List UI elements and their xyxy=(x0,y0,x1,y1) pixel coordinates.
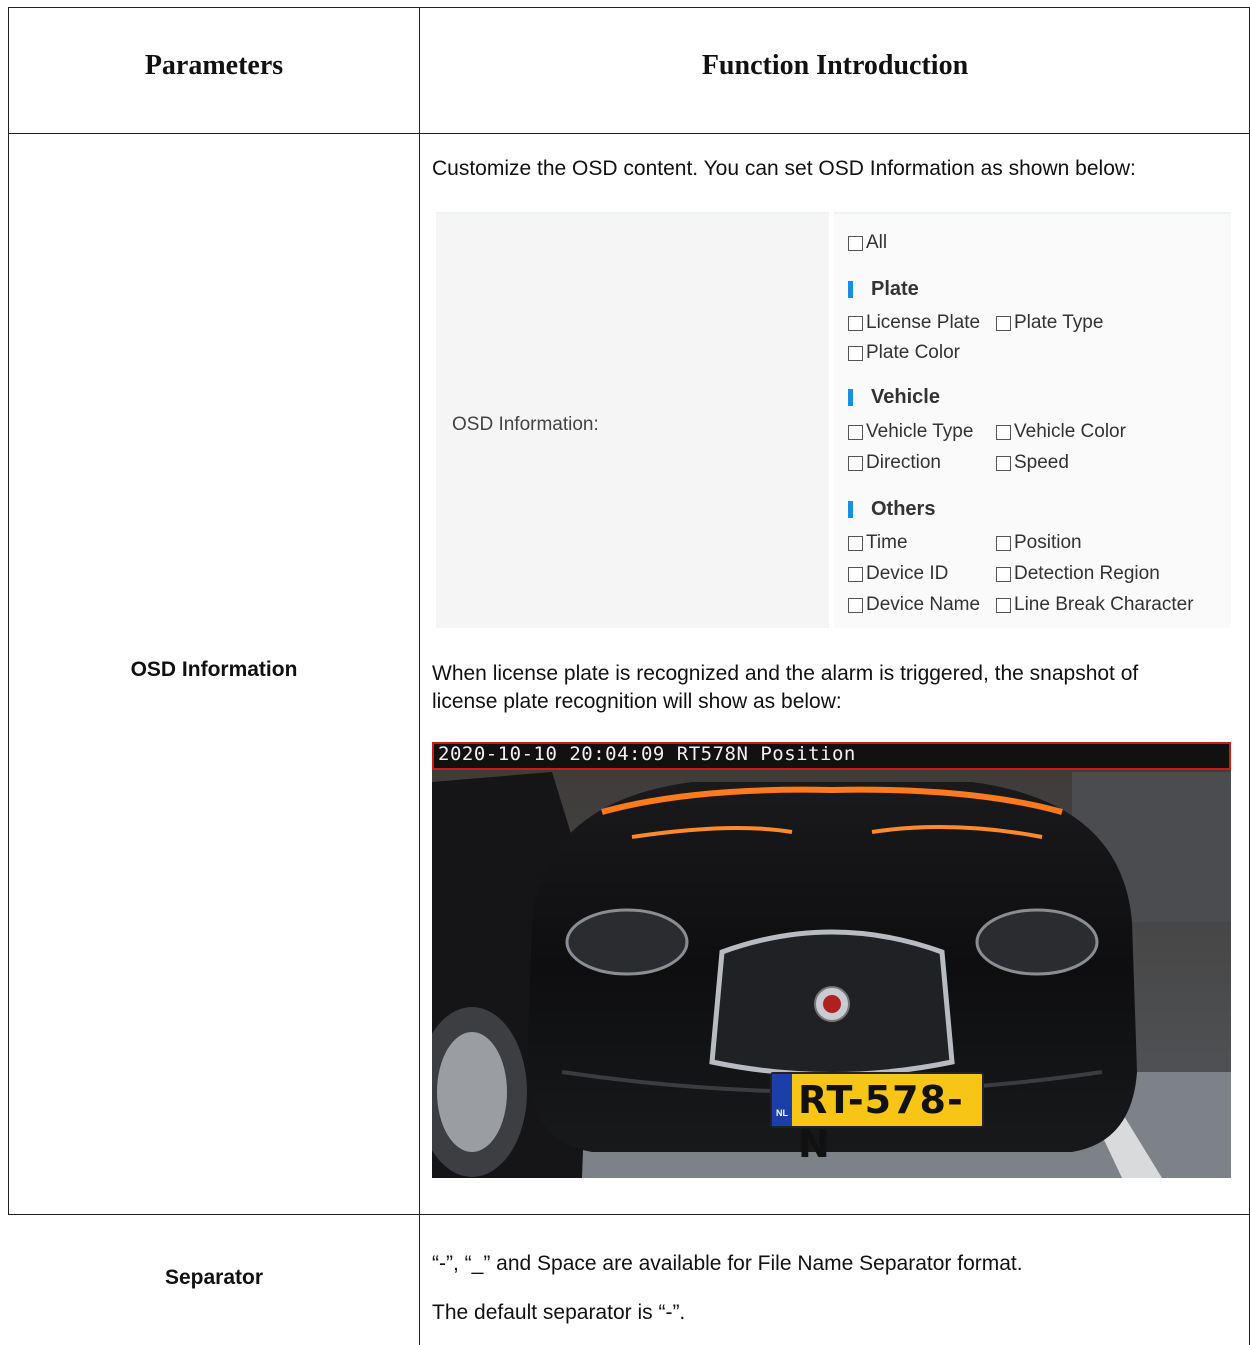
osd-settings-panel: OSD Information: All Plate License Plate… xyxy=(436,208,1231,628)
snapshot-osd-overlay: 2020-10-10 20:04:09 RT578N Position xyxy=(432,742,1231,770)
plate-country-code: NL xyxy=(776,1108,788,1118)
header-bottom-border xyxy=(8,133,1250,134)
checkbox-position[interactable]: Position xyxy=(996,532,1082,554)
checkbox-line-break-character[interactable]: Line Break Character xyxy=(996,594,1194,616)
checkbox-device-name[interactable]: Device Name xyxy=(848,594,980,616)
eu-flag-icon: NL xyxy=(772,1074,792,1126)
checkbox-vehicle-type[interactable]: Vehicle Type xyxy=(848,421,973,443)
osd-label-cell: OSD Information: xyxy=(436,212,829,628)
checkbox-box[interactable] xyxy=(848,455,863,471)
checkbox-vehicle-color[interactable]: Vehicle Color xyxy=(996,421,1126,443)
table-left-border xyxy=(8,7,9,1214)
osd-options-cell: All Plate License Plate Plate Type Plate… xyxy=(834,212,1231,628)
checkbox-box[interactable] xyxy=(848,566,863,582)
checkbox-box[interactable] xyxy=(848,345,863,361)
checkbox-box[interactable] xyxy=(848,597,863,613)
snapshot-description-line1: When license plate is recognized and the… xyxy=(432,662,1139,685)
header-parameters: Parameters xyxy=(144,50,284,81)
checkbox-plate-color[interactable]: Plate Color xyxy=(848,342,960,364)
checkbox-box[interactable] xyxy=(996,566,1011,582)
checkbox-device-id[interactable]: Device ID xyxy=(848,563,948,585)
checkbox-box[interactable] xyxy=(848,424,863,440)
snapshot-description-line2: license plate recognition will show as b… xyxy=(432,690,842,713)
row-divider xyxy=(8,1214,1250,1215)
section-plate: Plate xyxy=(848,278,919,301)
section-vehicle: Vehicle xyxy=(848,386,940,409)
section-marker-icon xyxy=(848,501,853,518)
checkbox-direction[interactable]: Direction xyxy=(848,452,941,474)
osd-intro-text: Customize the OSD content. You can set O… xyxy=(432,157,1136,180)
snapshot-overlay-text: 2020-10-10 20:04:09 RT578N Position xyxy=(438,743,856,765)
checkbox-all[interactable]: All xyxy=(848,232,887,254)
table-top-border xyxy=(8,7,1250,8)
checkbox-plate-type[interactable]: Plate Type xyxy=(996,312,1103,334)
checkbox-speed[interactable]: Speed xyxy=(996,452,1069,474)
checkbox-detection-region[interactable]: Detection Region xyxy=(996,563,1160,585)
checkbox-box[interactable] xyxy=(996,535,1011,551)
column-divider xyxy=(419,7,420,1345)
param-osd-information: OSD Information xyxy=(130,658,298,681)
checkbox-time[interactable]: Time xyxy=(848,532,908,554)
section-others: Others xyxy=(848,498,935,521)
checkbox-box[interactable] xyxy=(996,315,1011,331)
osd-information-label: OSD Information: xyxy=(452,414,599,435)
separator-text-line2: The default separator is “-”. xyxy=(432,1301,686,1324)
checkbox-box[interactable] xyxy=(996,455,1011,471)
checkbox-box[interactable] xyxy=(996,597,1011,613)
checkbox-box[interactable] xyxy=(848,315,863,331)
checkbox-box[interactable] xyxy=(996,424,1011,440)
plate-number: RT-578-N xyxy=(798,1078,964,1166)
checkbox-license-plate[interactable]: License Plate xyxy=(848,312,980,334)
section-marker-icon xyxy=(848,389,853,406)
separator-text-line1: “-”, “_” and Space are available for Fil… xyxy=(432,1252,1023,1275)
checkbox-box[interactable] xyxy=(848,535,863,551)
header-function-introduction: Function Introduction xyxy=(701,50,969,81)
checkbox-box[interactable] xyxy=(848,235,863,251)
license-plate: NL RT-578-N xyxy=(770,1072,984,1166)
param-separator: Separator xyxy=(164,1266,264,1289)
lpr-snapshot-image: 2020-10-10 20:04:09 RT578N Position NL R… xyxy=(432,742,1231,1178)
section-marker-icon xyxy=(848,281,853,298)
